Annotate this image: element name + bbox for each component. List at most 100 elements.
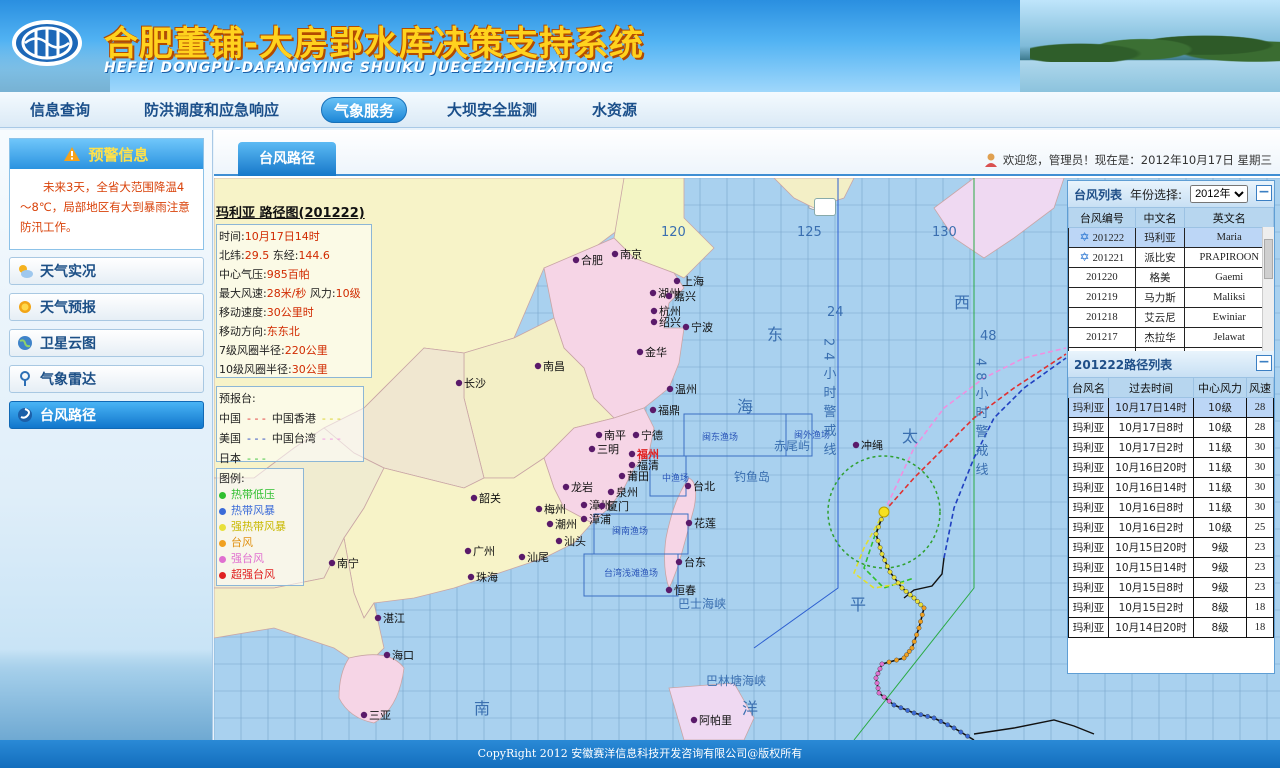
track-point[interactable] [911, 595, 917, 601]
track-point[interactable] [938, 719, 944, 724]
track-point[interactable] [875, 671, 881, 676]
nav-item-flood-control[interactable]: 防洪调度和应急响应 [132, 97, 291, 123]
track-point[interactable] [886, 698, 892, 704]
track-point[interactable] [921, 605, 927, 611]
nav-item-water-resources[interactable]: 水资源 [580, 97, 649, 123]
track-point[interactable] [911, 710, 917, 716]
track-point[interactable] [877, 545, 883, 550]
path-row[interactable]: 玛利亚 10月14日20时 8级 18 [1068, 617, 1274, 638]
track-point[interactable] [899, 585, 905, 591]
fishing-zone-label: 闽南渔场 [612, 525, 648, 537]
track-point[interactable] [925, 714, 930, 719]
typhoon-row[interactable]: 201217 杰拉华 Jelawat [1068, 327, 1274, 348]
typhoon-en-name: PRAPIROON [1184, 247, 1274, 268]
track-point[interactable] [915, 598, 920, 604]
track-point[interactable] [873, 531, 879, 537]
track-point[interactable] [916, 625, 922, 631]
track-point[interactable] [878, 517, 884, 522]
track-point[interactable] [877, 666, 883, 672]
track-point[interactable] [907, 592, 913, 598]
track-point[interactable] [885, 563, 890, 569]
track-point[interactable] [914, 632, 920, 638]
sidebar-item-radar[interactable]: 气象雷达 [9, 365, 204, 393]
path-row[interactable]: 玛利亚 10月16日20时 11级 30 [1068, 457, 1274, 478]
typhoon-id: 201217 [1086, 332, 1118, 343]
path-row[interactable]: 玛利亚 10月15日2时 8级 18 [1068, 597, 1274, 618]
track-point[interactable] [895, 580, 901, 586]
warning-line-label: 48小时警戒线 [973, 358, 989, 482]
track-point[interactable] [875, 538, 881, 544]
sun-icon [19, 301, 31, 313]
track-point[interactable] [931, 715, 937, 721]
path-row[interactable]: 玛利亚 10月17日8时 10级 28 [1068, 417, 1274, 438]
track-point[interactable] [901, 655, 907, 661]
track-point[interactable] [951, 725, 957, 731]
path-row[interactable]: 玛利亚 10月16日14时 11级 30 [1068, 477, 1274, 498]
typhoon-list-header: 台风列表 年份选择: 2012年 − [1068, 181, 1274, 207]
typhoon-row[interactable]: ✡ 201222 玛利亚 Maria [1068, 227, 1274, 248]
sidebar-item-weather-forecast[interactable]: 天气预报 [9, 293, 204, 321]
path-row[interactable]: 玛利亚 10月17日14时 10级 28 [1068, 397, 1274, 418]
sidebar-item-satellite[interactable]: 卫星云图 [9, 329, 204, 357]
track-point[interactable] [881, 694, 887, 700]
typhoon-row[interactable]: ✡ 201221 派比安 PRAPIROON [1068, 247, 1274, 268]
track-point[interactable] [891, 702, 897, 708]
track-point[interactable] [873, 675, 879, 681]
zoom-control[interactable] [814, 198, 836, 216]
track-point[interactable] [945, 722, 950, 728]
typhoon-id: 201221 [1092, 253, 1125, 264]
track-point[interactable] [876, 524, 881, 530]
tab-typhoon-path[interactable]: 台风路径 [238, 142, 336, 176]
path-speed: 23 [1245, 577, 1274, 598]
track-point[interactable] [874, 680, 880, 686]
track-point[interactable] [891, 575, 897, 580]
collapse-button[interactable]: − [1256, 355, 1272, 371]
path-row[interactable]: 玛利亚 10月17日2时 11级 30 [1068, 437, 1274, 458]
typhoon-cn-name: 艾云尼 [1134, 307, 1186, 328]
track-point[interactable] [903, 588, 909, 594]
city-label: 温州 [675, 383, 697, 396]
track-point[interactable] [879, 661, 885, 667]
track-point[interactable] [894, 657, 899, 663]
track-point[interactable] [875, 685, 881, 691]
typhoon-row[interactable]: 201220 格美 Gaemi [1068, 267, 1274, 288]
track-point[interactable] [898, 705, 904, 711]
track-point[interactable] [918, 712, 924, 718]
path-row[interactable]: 玛利亚 10月15日20时 9级 23 [1068, 537, 1274, 558]
track-point[interactable] [918, 619, 923, 624]
col-header: 英文名 [1184, 207, 1274, 228]
track-point[interactable] [886, 659, 892, 665]
path-name: 玛利亚 [1068, 477, 1109, 498]
nav-item-weather-service[interactable]: 气象服务 [321, 97, 408, 123]
path-row[interactable]: 玛利亚 10月15日14时 9级 23 [1068, 557, 1274, 578]
track-point[interactable] [965, 733, 970, 739]
track-point[interactable] [919, 612, 925, 618]
typhoon-row[interactable]: 201218 艾云尼 Ewiniar [1068, 307, 1274, 328]
track-point[interactable] [876, 690, 882, 696]
typhoon-row[interactable]: 201219 马力斯 Maliksi [1068, 287, 1274, 308]
nav-item-dam-monitoring[interactable]: 大坝安全监测 [435, 97, 549, 123]
track-point[interactable] [911, 639, 917, 644]
city-label: 湛江 [383, 612, 405, 625]
nav-item-info-query[interactable]: 信息查询 [18, 97, 102, 123]
col-header: 过去时间 [1107, 377, 1195, 398]
path-speed: 18 [1245, 597, 1274, 618]
sea-label: 西 [954, 293, 970, 312]
path-row[interactable]: 玛利亚 10月16日8时 11级 30 [1068, 497, 1274, 518]
path-force: 10级 [1193, 517, 1247, 538]
scrollbar[interactable] [1262, 227, 1274, 351]
track-point[interactable] [905, 708, 910, 713]
track-point[interactable] [887, 569, 893, 575]
path-time: 10月16日8时 [1107, 497, 1195, 518]
sidebar-item-weather-live[interactable]: 天气实况 [9, 257, 204, 285]
year-select[interactable]: 2012年 [1190, 185, 1249, 203]
track-point[interactable] [958, 729, 964, 735]
path-row[interactable]: 玛利亚 10月15日8时 9级 23 [1068, 577, 1274, 598]
city-label: 嘉兴 [674, 289, 696, 303]
path-row[interactable]: 玛利亚 10月16日2时 10级 25 [1068, 517, 1274, 538]
track-point[interactable] [882, 557, 888, 563]
typhoon-map[interactable]: 合肥南京上海湖州嘉兴杭州绍兴宁波金华长沙南昌温州福鼎南平宁德三明福州福清莆田龙岩… [214, 178, 1280, 740]
track-point[interactable] [879, 551, 885, 557]
collapse-button[interactable]: − [1256, 185, 1272, 201]
sidebar-item-typhoon[interactable]: 台风路径 [9, 401, 204, 429]
